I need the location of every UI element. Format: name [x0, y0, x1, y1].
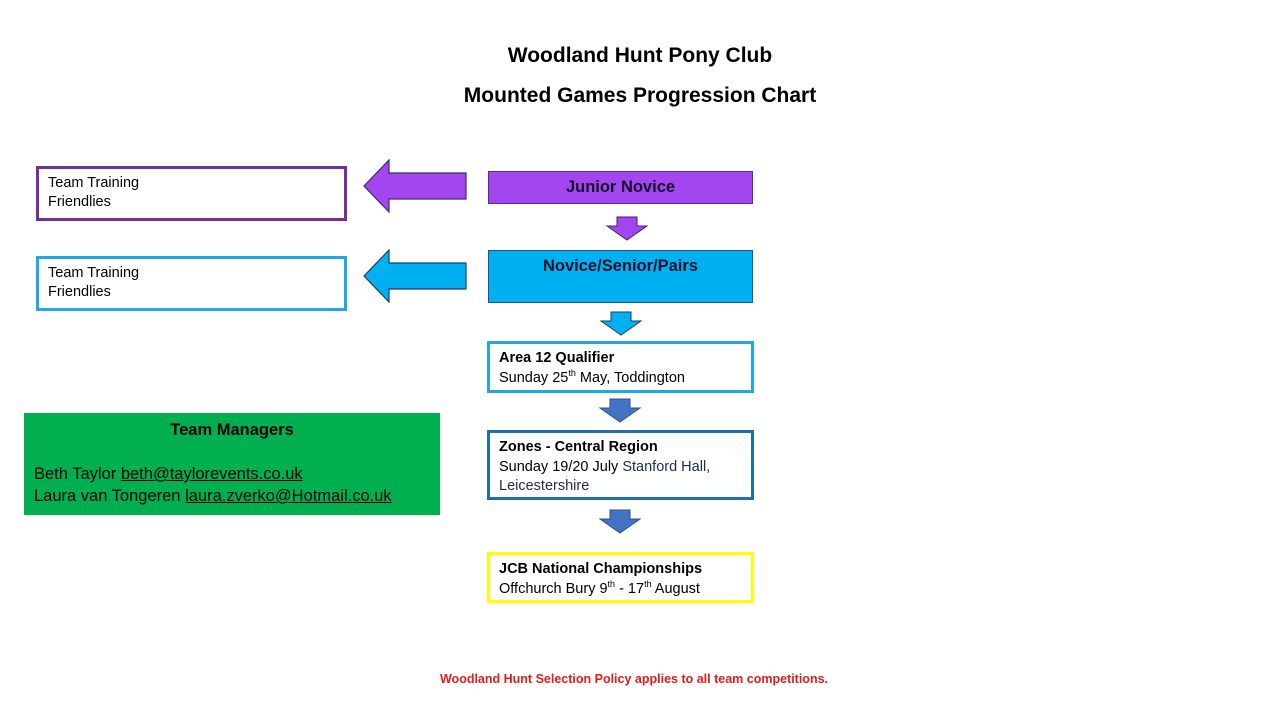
event-name: Zones - Central Region: [499, 439, 658, 455]
activity-friendlies: Friendlies: [48, 284, 111, 300]
event-name: Area 12 Qualifier: [499, 350, 615, 366]
down-arrow-icon: [598, 509, 642, 534]
stage-junior-novice: Junior Novice: [488, 171, 753, 204]
junior-activities-box: Team Training Friendlies: [36, 166, 347, 221]
manager-email-link[interactable]: laura.zverko@Hotmail.co.uk: [185, 487, 392, 505]
manager-email-link[interactable]: beth@taylorevents.co.uk: [121, 465, 303, 483]
event-location: Leicestershire: [499, 478, 590, 494]
activity-friendlies: Friendlies: [48, 194, 111, 210]
event-area12-qualifier: Area 12 Qualifier Sunday 25th May, Toddi…: [487, 341, 754, 393]
left-arrow-icon: [363, 248, 467, 304]
down-arrow-icon: [599, 311, 643, 336]
stage-novice-senior-pairs: Novice/Senior/Pairs: [488, 250, 753, 303]
event-details: Offchurch Bury 9th - 17th August: [499, 578, 700, 597]
senior-activities-box: Team Training Friendlies: [36, 256, 347, 311]
manager-row: Beth Taylor beth@taylorevents.co.uk: [34, 465, 303, 484]
down-arrow-icon: [598, 398, 642, 423]
page-title: Woodland Hunt Pony Club: [507, 44, 773, 67]
manager-name: Beth Taylor: [34, 465, 121, 483]
team-managers-box: Team Managers Beth Taylor beth@tayloreve…: [24, 413, 440, 515]
activity-team-training: Team Training: [48, 265, 140, 281]
event-zones-central-region: Zones - Central Region Sunday 19/20 July…: [487, 430, 754, 500]
manager-row: Laura van Tongeren laura.zverko@Hotmail.…: [34, 487, 392, 506]
left-arrow-icon: [363, 158, 467, 214]
activity-team-training: Team Training: [48, 175, 140, 191]
team-managers-heading: Team Managers: [170, 421, 294, 439]
page-subtitle: Mounted Games Progression Chart: [463, 84, 817, 107]
event-name: JCB National Championships: [499, 561, 703, 577]
down-arrow-icon: [605, 216, 649, 241]
selection-policy-note: Woodland Hunt Selection Policy applies t…: [439, 672, 829, 686]
event-details: Sunday 19/20 July Stanford Hall,: [499, 458, 711, 475]
manager-name: Laura van Tongeren: [34, 487, 186, 505]
event-details: Sunday 25th May, Toddington: [499, 367, 685, 386]
event-jcb-national-championships: JCB National Championships Offchurch Bur…: [487, 552, 754, 603]
